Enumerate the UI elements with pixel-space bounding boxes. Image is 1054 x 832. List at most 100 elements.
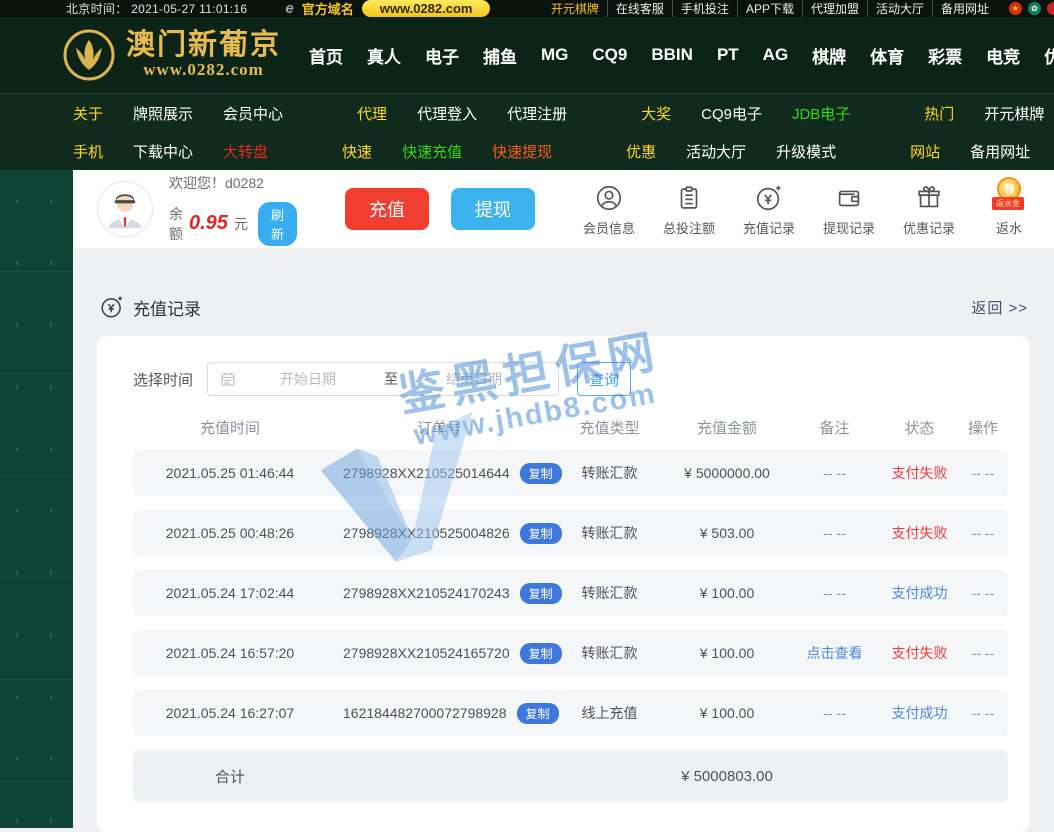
china-flag-icon[interactable]: ★ <box>1009 2 1022 15</box>
gift-icon <box>914 181 944 213</box>
subnav-link[interactable]: 活动大厅 <box>686 141 746 162</box>
nav-item[interactable]: 捕鱼 <box>471 43 529 68</box>
nav-item[interactable]: BBIN <box>639 45 705 65</box>
back-link[interactable]: 返回 >> <box>971 297 1028 318</box>
balance-label: 余额 <box>169 205 183 242</box>
quick-total-bets[interactable]: 总投注额 <box>657 181 721 237</box>
quick-recharge-records[interactable]: 充值记录 <box>737 181 801 237</box>
subnav-link[interactable]: CQ9电子 <box>701 103 762 124</box>
subnav-link[interactable]: 代理注册 <box>507 103 567 124</box>
cell-order-number: 2798928XX210524165720 复制 <box>327 642 562 664</box>
nav-item[interactable]: AG <box>751 45 801 65</box>
total-row: 合计 ¥ 5000803.00 <box>133 750 1008 802</box>
start-date-placeholder[interactable]: 开始日期 <box>236 369 380 389</box>
subnav-link[interactable]: 快速 <box>342 141 372 162</box>
subnav-link[interactable]: 代理 <box>357 103 387 124</box>
subnav-link[interactable]: 优惠 <box>626 141 656 162</box>
official-domain-pill[interactable]: www.0282.com <box>361 0 491 17</box>
clipped-flag-icon <box>1047 2 1054 15</box>
nav-item[interactable]: 电竞 <box>974 43 1032 68</box>
cell-recharge-type: 转账汇款 <box>581 585 638 601</box>
quick-withdraw-records[interactable]: 提现记录 <box>817 181 881 237</box>
subnav-link[interactable]: JDB电子 <box>792 103 850 124</box>
nav-item[interactable]: 棋牌 <box>800 43 858 68</box>
topbar-link[interactable]: APP下载 <box>736 0 802 17</box>
quick-rebate[interactable]: 领 返水金 返水 <box>977 177 1041 237</box>
subnav-link[interactable]: 备用网址 <box>970 141 1030 162</box>
quick-label: 返水 <box>995 221 1022 236</box>
table-header: 充值时间 订单号 充值类型 充值金额 备注 状态 操作 <box>133 404 1008 450</box>
topbar-link[interactable]: 备用网址 <box>931 0 997 17</box>
cell-status: 支付失败 <box>891 645 948 661</box>
user-bar: 欢迎您！d0282 余额 0.95 元 刷新 充值 提现 会员信息 总投注额 充… <box>73 170 1054 248</box>
site-logo[interactable]: 澳门新葡京 www.0282.com <box>62 28 281 82</box>
order-number: 2798928XX210524170243 <box>343 585 510 601</box>
nav-item[interactable]: 真人 <box>355 43 413 68</box>
recharge-button[interactable]: 充值 <box>344 188 429 230</box>
ie-browser-icon: e <box>285 0 294 17</box>
nav-item[interactable]: CQ9 <box>580 45 639 65</box>
subnav-link[interactable]: 快速充值 <box>402 141 462 162</box>
cell-action: -- -- <box>971 585 995 601</box>
topbar-link[interactable]: 活动大厅 <box>866 0 932 17</box>
macau-flag-icon[interactable]: ✿ <box>1028 2 1041 15</box>
subnav-link[interactable]: 开元棋牌 <box>984 103 1044 124</box>
topbar-link[interactable]: 代理加盟 <box>801 0 867 17</box>
nav-item[interactable]: 彩票 <box>916 43 974 68</box>
withdraw-button[interactable]: 提现 <box>450 188 535 230</box>
col-header: 订单号 <box>416 419 462 437</box>
refresh-button[interactable]: 刷新 <box>257 201 297 246</box>
end-date-placeholder[interactable]: 结束日期 <box>402 369 546 389</box>
cell-note[interactable]: -- -- <box>787 705 882 721</box>
balance-unit: 元 <box>233 215 248 232</box>
subnav-link[interactable]: 快速提现 <box>492 141 552 162</box>
cell-note[interactable]: 点击查看 <box>787 643 882 663</box>
subnav-link[interactable]: 牌照展示 <box>133 103 193 124</box>
quick-label: 总投注额 <box>662 221 715 236</box>
cell-recharge-type: 转账汇款 <box>581 645 638 661</box>
subnav-link[interactable]: 大转盘 <box>223 141 268 162</box>
logo-domain: www.0282.com <box>143 60 264 80</box>
cell-recharge-time: 2021.05.24 17:02:44 <box>165 585 295 601</box>
quick-member-info[interactable]: 会员信息 <box>577 181 641 237</box>
nav-item[interactable]: 优惠 <box>1032 43 1054 68</box>
records-card: 选择时间 开始日期 至 结束日期 查询 充值时间 订单号 充值类型 充值金额 备… <box>97 336 1030 832</box>
cell-note[interactable]: -- -- <box>787 525 882 541</box>
nav-item[interactable]: MG <box>529 45 580 65</box>
subnav-link[interactable]: 手机 <box>73 141 103 162</box>
subnav-link[interactable]: 大奖 <box>641 103 671 124</box>
order-number: 162184482700072798928 <box>343 705 507 721</box>
subnav-link[interactable]: 网站 <box>910 141 940 162</box>
subnav-link[interactable]: 热门 <box>924 103 954 124</box>
rebate-coin-icon: 领 返水金 <box>989 177 1029 213</box>
recharge-records-icon <box>101 296 123 318</box>
cell-note[interactable]: -- -- <box>787 585 882 601</box>
nav-item[interactable]: 电子 <box>413 43 471 68</box>
cell-order-number: 2798928XX210525004826 复制 <box>327 522 562 544</box>
subnav-link[interactable]: 下载中心 <box>133 141 193 162</box>
col-header: 操作 <box>967 419 998 437</box>
calendar-icon <box>221 372 235 386</box>
table-body: 2021.05.25 01:46:44 2798928XX21052501464… <box>133 450 1008 736</box>
cell-amount: ¥ 503.00 <box>699 525 755 541</box>
quick-label: 会员信息 <box>582 221 635 236</box>
subnav-link[interactable]: 升级模式 <box>776 141 836 162</box>
subnav-link[interactable]: 关于 <box>73 103 103 124</box>
subnav-link[interactable]: 代理登入 <box>417 103 477 124</box>
page-title: 充值记录 <box>133 299 201 319</box>
cell-order-number: 2798928XX210524170243 复制 <box>327 582 562 604</box>
nav-item[interactable]: PT <box>705 45 751 65</box>
topbar-link[interactable]: 手机投注 <box>671 0 737 17</box>
subnav-link[interactable]: 会员中心 <box>223 103 283 124</box>
search-button[interactable]: 查询 <box>577 362 632 396</box>
topbar-link[interactable]: 开元棋牌 <box>543 0 607 17</box>
cell-note[interactable]: -- -- <box>787 465 882 481</box>
quick-promo-records[interactable]: 优惠记录 <box>897 181 961 237</box>
quick-label: 提现记录 <box>822 221 875 236</box>
order-number: 2798928XX210525014644 <box>343 465 510 481</box>
date-range-input[interactable]: 开始日期 至 结束日期 <box>207 362 560 396</box>
nav-item[interactable]: 体育 <box>858 43 916 68</box>
cell-recharge-time: 2021.05.24 16:57:20 <box>165 645 295 661</box>
topbar-link[interactable]: 在线客服 <box>606 0 672 17</box>
nav-item[interactable]: 首页 <box>297 43 355 68</box>
